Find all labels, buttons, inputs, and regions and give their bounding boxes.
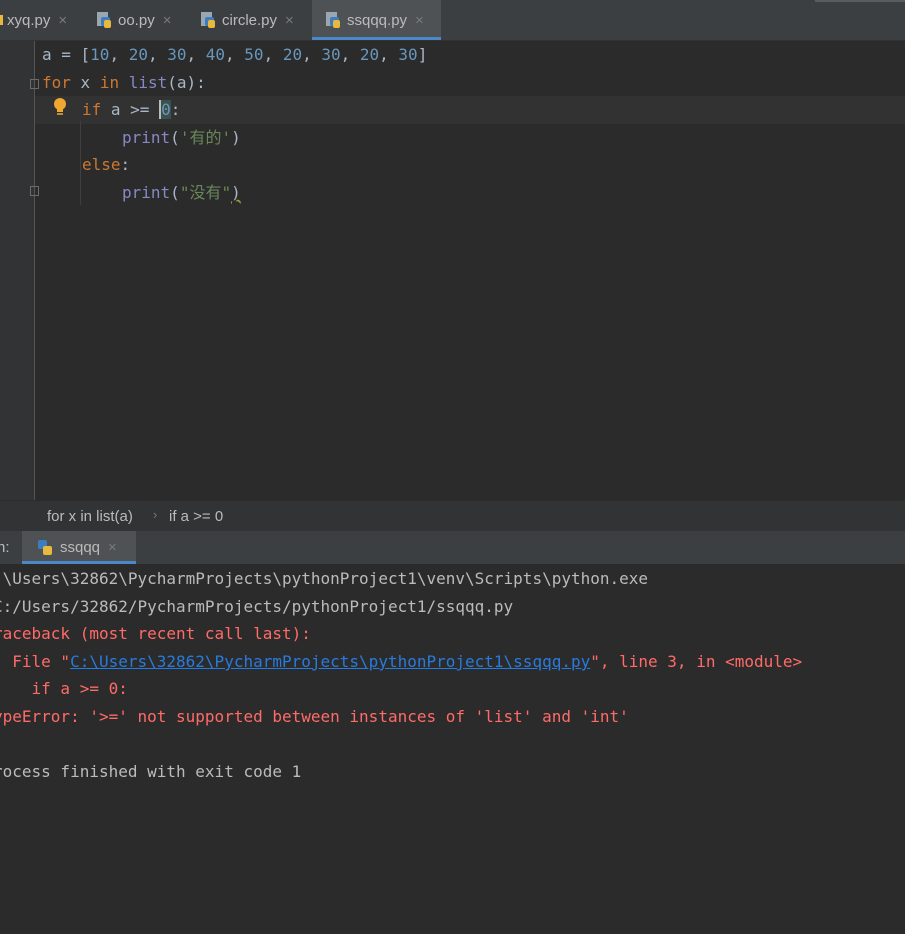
window-edge-line [815,0,905,2]
code-line-4[interactable]: print('有的') [122,127,241,149]
run-tab-ssqqq[interactable]: ssqqq × [22,531,136,564]
python-file-icon [0,15,3,25]
bracket-close: ] [417,45,428,64]
tab-ssqqq[interactable]: ssqqq.py × [312,0,441,40]
run-label: n: [0,539,10,556]
keyword-in: in [99,73,120,92]
number-literal: 20 [359,45,380,64]
keyword-if: if [82,100,102,119]
tab-xyq[interactable]: xyq.py × [0,0,85,40]
breadcrumb-separator-icon: › [153,507,158,522]
code-line-1[interactable]: a = [10, 20, 30, 40, 50, 20, 30, 20, 30] [42,44,427,66]
close-icon[interactable]: × [58,12,67,29]
fold-marker-icon[interactable] [30,79,39,89]
run-console[interactable]: :\Users\32862\PycharmProjects\pythonProj… [0,565,905,934]
number-literal: 20 [282,45,303,64]
string-literal: '有的' [179,128,232,147]
operator: = [ [51,45,91,64]
python-file-icon [97,12,111,28]
text-cursor: 0 [159,100,171,119]
run-tab-label: ssqqq [60,539,101,556]
number-literal: 20 [128,45,148,64]
builtin-print: print [122,183,171,202]
close-icon[interactable]: × [285,12,294,29]
editor-tab-bar: xyq.py × oo.py × circle.py × ssqqq.py × [0,0,905,41]
tab-label: circle.py [222,11,278,29]
number-literal: 30 [167,45,187,64]
number-literal: 40 [205,45,226,64]
code-editor[interactable]: a = [10, 20, 30, 40, 50, 20, 30, 20, 30]… [0,41,905,500]
breadcrumb-item-if[interactable]: if a >= 0 [169,508,223,525]
paren-close: ) [231,183,241,202]
keyword-for: for [42,73,71,92]
condition: a >= [101,100,160,119]
tab-label: ssqqq.py [347,11,408,29]
lightbulb-icon[interactable] [52,96,70,118]
close-icon[interactable]: × [108,539,117,556]
number-literal: 10 [90,45,110,64]
active-tab-indicator [312,37,441,40]
number-literal: 30 [398,45,418,64]
breadcrumb-item-for[interactable]: for x in list(a) [47,508,133,525]
python-icon [38,539,52,555]
console-line-interpreter: :\Users\32862\PycharmProjects\pythonProj… [0,569,649,588]
console-line-script: C:/Users/32862/PycharmProjects/pythonPro… [0,597,514,616]
code-line-2[interactable]: for x in list(a): [42,72,206,94]
console-line-file: File "C:\Users\32862\PycharmProjects\pyt… [0,652,802,672]
close-icon[interactable]: × [163,12,172,29]
paren-open: ( [170,128,180,147]
call-args: (a): [167,73,206,92]
console-line-exit: rocess finished with exit code 1 [0,762,302,781]
file-suffix: ", line 3, in <module> [590,652,803,671]
code-line-5[interactable]: else: [82,154,130,176]
python-file-icon [201,12,215,28]
editor-gutter [0,41,35,500]
active-tab-indicator [22,561,136,564]
colon: : [120,155,131,174]
console-line-traceback: raceback (most recent call last): [0,624,311,643]
var-a: a [42,45,52,64]
paren-close: ) [231,128,241,147]
fold-end-marker-icon[interactable] [30,186,39,196]
breadcrumb: for x in list(a) › if a >= 0 [0,500,905,531]
builtin-list: list [128,73,168,92]
tab-label: oo.py [118,11,155,29]
number-literal: 30 [321,45,341,64]
console-line-error: ypeError: '>=' not supported between ins… [0,707,629,726]
indent-guide [80,121,81,205]
tab-circle[interactable]: circle.py × [200,0,310,40]
run-tool-window-header: n: ssqqq × [0,531,905,565]
colon: : [170,100,181,119]
loop-var: x [70,73,100,92]
builtin-print: print [122,128,171,147]
python-file-icon [326,12,340,28]
string-literal: "没有" [179,183,232,202]
keyword-else: else [82,155,121,174]
console-line-code: if a >= 0: [0,679,128,698]
file-link[interactable]: C:\Users\32862\PycharmProjects\pythonPro… [70,652,590,671]
file-prefix: File " [0,652,71,671]
number-literal: 50 [244,45,264,64]
code-line-3[interactable]: if a >= 0: [82,99,180,121]
close-icon[interactable]: × [415,12,424,29]
tab-label: xyq.py [7,11,51,29]
tab-oo[interactable]: oo.py × [96,0,190,40]
code-line-6[interactable]: print("没有") [122,182,241,204]
paren-open: ( [170,183,180,202]
